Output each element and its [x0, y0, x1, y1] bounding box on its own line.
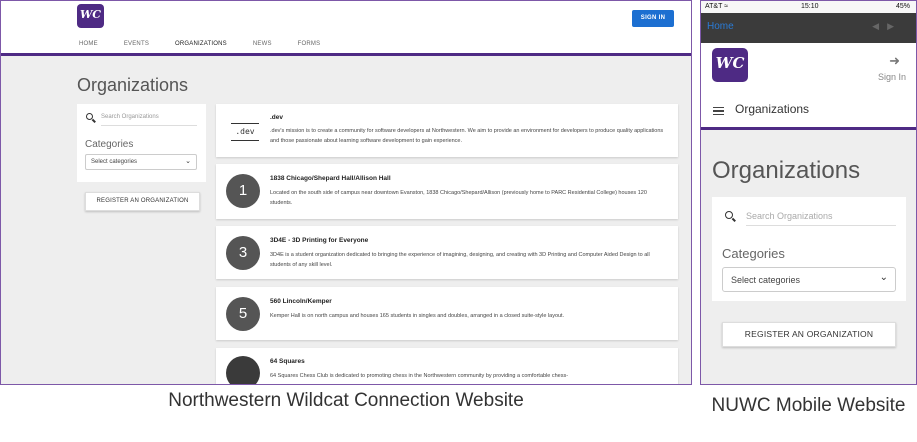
categories-select[interactable]: Select categories ⌄ — [85, 154, 197, 170]
search-input[interactable]: Search Organizations — [101, 112, 197, 126]
nav-home[interactable]: HOME — [77, 38, 100, 55]
search-input[interactable]: Search Organizations — [746, 209, 896, 226]
nav-organizations[interactable]: ORGANIZATIONS — [173, 38, 229, 55]
desktop-screenshot: WC SIGN IN HOME EVENTS ORGANIZATIONS NEW… — [0, 0, 692, 385]
org-card[interactable]: 3 3D4E - 3D Printing for Everyone 3D4E i… — [216, 226, 678, 279]
sign-in-icon[interactable]: ➜ — [889, 53, 900, 69]
org-card[interactable]: .dev .dev .dev's mission is to create a … — [216, 104, 678, 157]
org-card[interactable]: 1 1838 Chicago/Shepard Hall/Allison Hall… — [216, 164, 678, 219]
filter-panel: Search Organizations Categories Select c… — [77, 104, 206, 182]
chess-avatar — [226, 356, 260, 384]
org-logo: .dev — [231, 123, 259, 141]
wildcat-connection-logo[interactable]: WC — [77, 4, 104, 28]
site-header: WC SIGN IN HOME EVENTS ORGANIZATIONS NEW… — [1, 1, 691, 56]
categories-label: Categories — [85, 139, 134, 150]
org-name[interactable]: 1838 Chicago/Shepard Hall/Allison Hall — [270, 175, 391, 182]
nav-news[interactable]: NEWS — [251, 38, 274, 55]
chevron-down-icon: ⌄ — [879, 272, 888, 283]
org-description: 64 Squares Chess Club is dedicated to pr… — [270, 373, 569, 379]
mobile-caption: NUWC Mobile Website — [711, 395, 906, 416]
categories-select-value: Select categories — [91, 159, 138, 165]
org-name[interactable]: .dev — [270, 114, 283, 121]
org-avatar: 3 — [226, 236, 260, 270]
filter-panel: Search Organizations Categories Select c… — [712, 197, 906, 301]
page-title: Organizations — [77, 75, 189, 95]
org-description: .dev's mission is to create a community … — [270, 128, 664, 144]
search-icon — [86, 113, 93, 120]
categories-select[interactable]: Select categories ⌄ — [722, 267, 896, 292]
wildcat-connection-logo[interactable]: WC — [712, 48, 748, 82]
hamburger-icon[interactable] — [713, 107, 724, 115]
org-name[interactable]: 560 Lincoln/Kemper — [270, 298, 332, 305]
org-card[interactable]: 5 560 Lincoln/Kemper Kemper Hall is on n… — [216, 287, 678, 340]
sign-in-link[interactable]: Sign In — [878, 72, 906, 82]
register-organization-button[interactable]: REGISTER AN ORGANIZATION — [85, 192, 200, 211]
org-avatar: 1 — [226, 174, 260, 208]
section-title: Organizations — [735, 102, 810, 116]
categories-select-value: Select categories — [731, 275, 801, 285]
sign-in-button[interactable]: SIGN IN — [632, 10, 674, 27]
desktop-caption: Northwestern Wildcat Connection Website — [168, 390, 524, 411]
org-description: Kemper Hall is on north campus and house… — [270, 313, 565, 319]
main-nav: HOME EVENTS ORGANIZATIONS NEWS FORMS — [77, 38, 344, 55]
org-description: 3D4E is a student organization dedicated… — [270, 252, 650, 268]
nav-arrows-icon[interactable]: ◀▶ — [872, 21, 902, 32]
nav-events[interactable]: EVENTS — [122, 38, 151, 55]
nav-forms[interactable]: FORMS — [296, 38, 323, 55]
status-bar: AT&T ≈ 15:10 45% — [701, 1, 916, 13]
org-card[interactable]: 64 Squares 64 Squares Chess Club is dedi… — [216, 348, 678, 384]
browser-toolbar: Home ◀▶ — [701, 13, 916, 43]
org-name[interactable]: 64 Squares — [270, 358, 305, 365]
org-name[interactable]: 3D4E - 3D Printing for Everyone — [270, 237, 368, 244]
categories-label: Categories — [722, 246, 785, 261]
home-link[interactable]: Home — [707, 21, 734, 32]
mobile-screenshot: AT&T ≈ 15:10 45% Home ◀▶ WC ➜ Sign In Or… — [700, 0, 917, 385]
org-description: Located on the south side of campus near… — [270, 190, 647, 206]
status-battery: 45% — [895, 3, 910, 10]
status-carrier: AT&T ≈ — [705, 3, 729, 10]
page-title: Organizations — [712, 157, 861, 184]
register-organization-button[interactable]: REGISTER AN ORGANIZATION — [722, 322, 896, 347]
org-avatar: 5 — [226, 297, 260, 331]
wifi-icon: ≈ — [724, 3, 729, 10]
search-icon — [725, 211, 733, 219]
chevron-down-icon: ⌄ — [185, 158, 191, 165]
mobile-header: WC ➜ Sign In Organizations — [701, 43, 916, 130]
status-time: 15:10 — [801, 3, 819, 10]
